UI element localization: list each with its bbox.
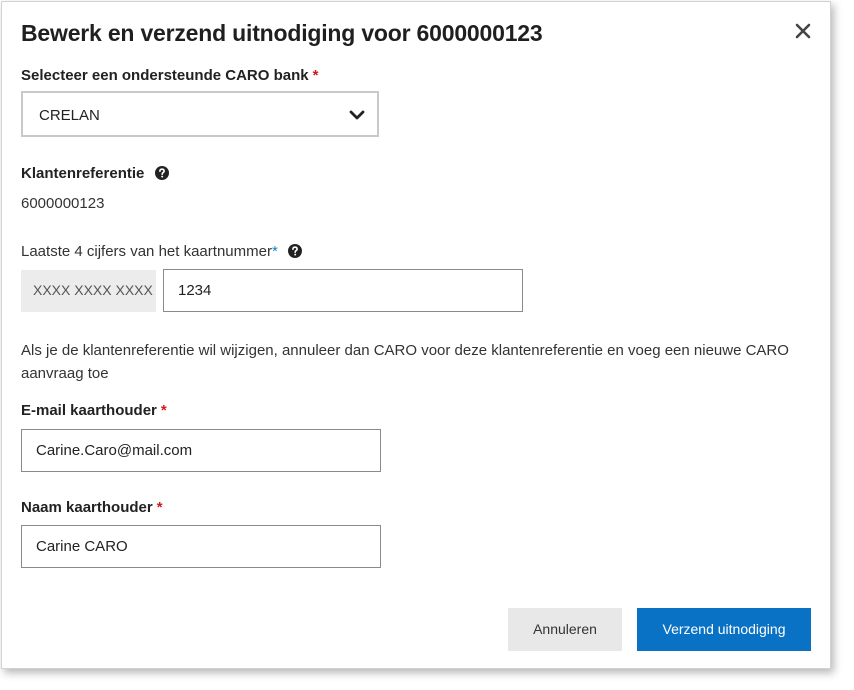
email-field-value: Carine.Caro@mail.com (36, 442, 193, 459)
reference-label: Klantenreferentie (21, 165, 169, 182)
name-field-value: Carine CARO (36, 538, 128, 555)
cancel-button[interactable]: Annuleren (508, 608, 622, 651)
required-mark: * (160, 402, 167, 419)
email-label-text: E-mail kaarthouder (21, 402, 157, 419)
card-number-prefix-text: XXXX XXXX XXXX (33, 282, 153, 298)
help-icon[interactable] (287, 244, 302, 258)
dialog-title: Bewerk en verzend uitnodiging voor 60000… (21, 20, 543, 46)
reference-value: 6000000123 (21, 195, 105, 212)
edit-invitation-dialog: Bewerk en verzend uitnodiging voor 60000… (1, 1, 831, 669)
send-invitation-button[interactable]: Verzend uitnodiging (637, 608, 811, 651)
email-field[interactable]: Carine.Caro@mail.com (21, 429, 381, 472)
name-field[interactable]: Carine CARO (21, 525, 381, 568)
card-last-digits-value: 1234 (178, 282, 212, 299)
name-label-text: Naam kaarthouder (21, 499, 153, 516)
info-text: Als je de klantenreferentie wil wijzigen… (21, 342, 789, 382)
email-label: E-mail kaarthouder * (21, 402, 167, 419)
bank-select-value: CRELAN (39, 107, 100, 124)
chevron-down-icon (349, 110, 365, 120)
card-label: Laatste 4 cijfers van het kaartnummer* (21, 243, 302, 260)
bank-label: Selecteer een ondersteunde CARO bank * (21, 67, 318, 84)
card-last-digits-input[interactable]: 1234 (163, 269, 523, 312)
bank-label-text: Selecteer een ondersteunde CARO bank (21, 67, 309, 84)
required-mark: * (271, 243, 278, 260)
required-mark: * (312, 67, 319, 84)
bank-select[interactable]: CRELAN (21, 91, 379, 137)
close-icon[interactable] (792, 20, 814, 42)
required-mark: * (156, 499, 163, 516)
card-number-prefix: XXXX XXXX XXXX (21, 270, 156, 312)
help-icon[interactable] (154, 166, 169, 180)
card-label-text: Laatste 4 cijfers van het kaartnummer (21, 243, 272, 260)
name-label: Naam kaarthouder * (21, 499, 163, 516)
reference-label-text: Klantenreferentie (21, 165, 145, 182)
